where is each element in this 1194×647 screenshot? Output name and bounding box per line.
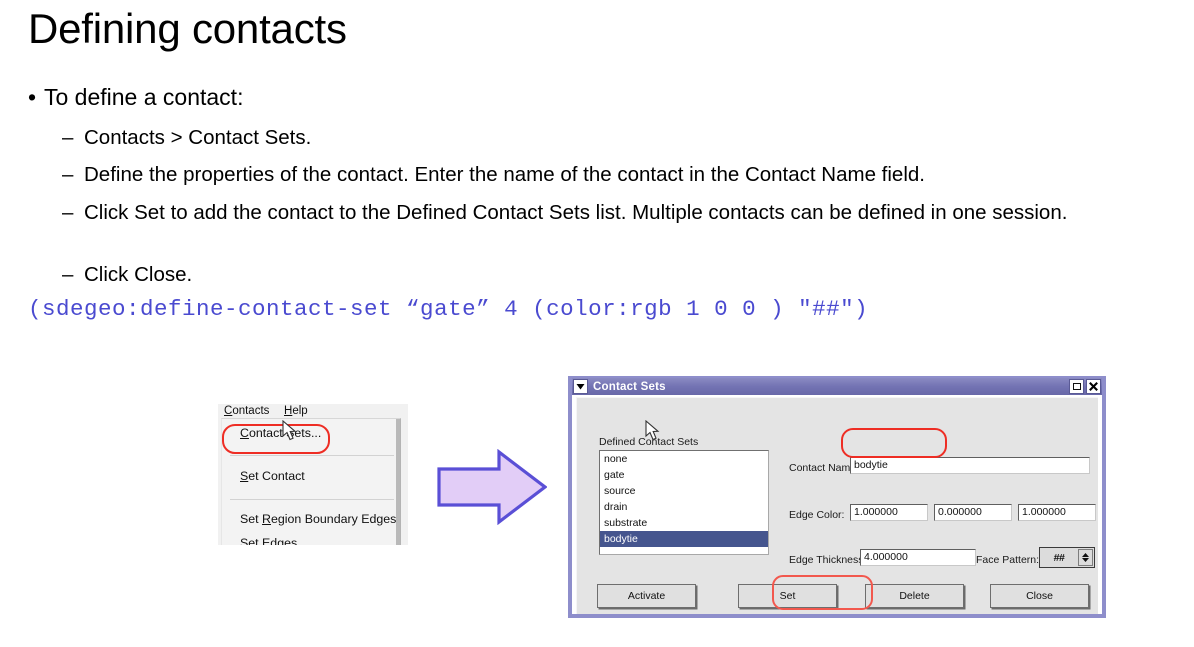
list-item[interactable]: substrate — [600, 515, 768, 531]
menubar-item-help[interactable]: Help — [284, 405, 308, 417]
activate-button[interactable]: Activate — [597, 584, 696, 608]
sub-bullet-marker: – — [62, 263, 74, 286]
code-snippet: (sdegeo:define-contact-set “gate” 4 (col… — [28, 296, 869, 322]
right-arrow-icon — [437, 449, 547, 525]
menu-item-set-contact[interactable]: Set Contact — [222, 464, 400, 489]
list-item[interactable]: none — [600, 451, 768, 467]
spinner-icon[interactable] — [1078, 549, 1093, 566]
maximize-icon[interactable] — [1069, 379, 1084, 394]
delete-button[interactable]: Delete — [865, 584, 964, 608]
edge-color-green-input[interactable]: 0.000000 — [934, 504, 1012, 521]
close-icon[interactable] — [1086, 379, 1101, 394]
menu-right-edge — [396, 419, 400, 545]
sub-bullet-marker: – — [62, 201, 74, 224]
sub-bullet-4-text: Click Close. — [84, 263, 193, 286]
set-button[interactable]: Set — [738, 584, 837, 608]
window-controls — [1069, 379, 1101, 394]
label-edge-thickness: Edge Thickness: — [789, 554, 867, 566]
face-pattern-value: ## — [1053, 551, 1065, 564]
sub-bullet-3: – Click Set to add the contact to the Def… — [62, 199, 1194, 226]
dialog-button-row: Activate Set Delete Close — [577, 584, 1099, 614]
sub-bullet-marker: – — [62, 126, 74, 149]
list-item[interactable]: gate — [600, 467, 768, 483]
close-button[interactable]: Close — [990, 584, 1089, 608]
bullet-level1-text: To define a contact: — [44, 84, 244, 110]
bullet-marker: • — [28, 84, 37, 110]
sub-bullet-4: – Click Close. — [62, 261, 192, 288]
edge-color-blue-input[interactable]: 1.000000 — [1018, 504, 1096, 521]
menu-item-set-region-boundary-edges[interactable]: Set Region Boundary Edges — [222, 507, 400, 532]
dialog-titlebar[interactable]: Contact Sets — [572, 378, 1102, 395]
sub-bullet-2: – Define the properties of the contact. E… — [62, 161, 925, 188]
list-item-selected[interactable]: bodytie — [600, 531, 768, 547]
contacts-dropdown-menu: Contact Sets... Set Contact Set Region B… — [221, 418, 401, 545]
dialog-body: Defined Contact Sets none gate source dr… — [576, 397, 1098, 614]
edge-color-red-input[interactable]: 1.000000 — [850, 504, 928, 521]
contact-sets-dialog: Contact Sets Defined Contact Sets none g… — [568, 376, 1106, 618]
label-defined-contact-sets: Defined Contact Sets — [599, 436, 699, 448]
menu-item-contact-sets[interactable]: Contact Sets... — [222, 421, 400, 446]
list-item[interactable]: drain — [600, 499, 768, 515]
sub-bullet-1-text: Contacts > Contact Sets. — [84, 126, 312, 149]
label-contact-name: Contact Name: — [789, 462, 860, 474]
list-item[interactable]: source — [600, 483, 768, 499]
sub-bullet-1: – Contacts > Contact Sets. — [62, 124, 311, 151]
dialog-title: Contact Sets — [593, 380, 666, 393]
label-edge-color: Edge Color: — [789, 509, 845, 521]
edge-thickness-input[interactable]: 4.000000 — [860, 549, 976, 566]
label-face-pattern: Face Pattern: — [976, 554, 1040, 566]
menubar-item-contacts[interactable]: Contacts — [224, 405, 269, 417]
sub-bullet-3-text: Click Set to add the contact to the Defi… — [84, 201, 1068, 224]
page-title: Defining contacts — [28, 5, 347, 52]
bullet-level1: • To define a contact: — [28, 84, 243, 111]
contacts-menu-screenshot: Contacts Help Contact Sets... Set Contac… — [218, 404, 408, 545]
face-pattern-select[interactable]: ## — [1039, 547, 1095, 568]
defined-contact-sets-list[interactable]: none gate source drain substrate bodytie — [599, 450, 769, 555]
menu-separator — [230, 499, 394, 500]
sub-bullet-marker: – — [62, 163, 74, 186]
sub-bullet-2-text: Define the properties of the contact. En… — [84, 163, 925, 186]
menu-separator — [230, 455, 394, 456]
contact-name-input[interactable]: bodytie — [850, 457, 1090, 474]
chevron-down-icon[interactable] — [573, 379, 588, 394]
menu-item-set-edges[interactable]: Set Edges — [222, 531, 400, 545]
